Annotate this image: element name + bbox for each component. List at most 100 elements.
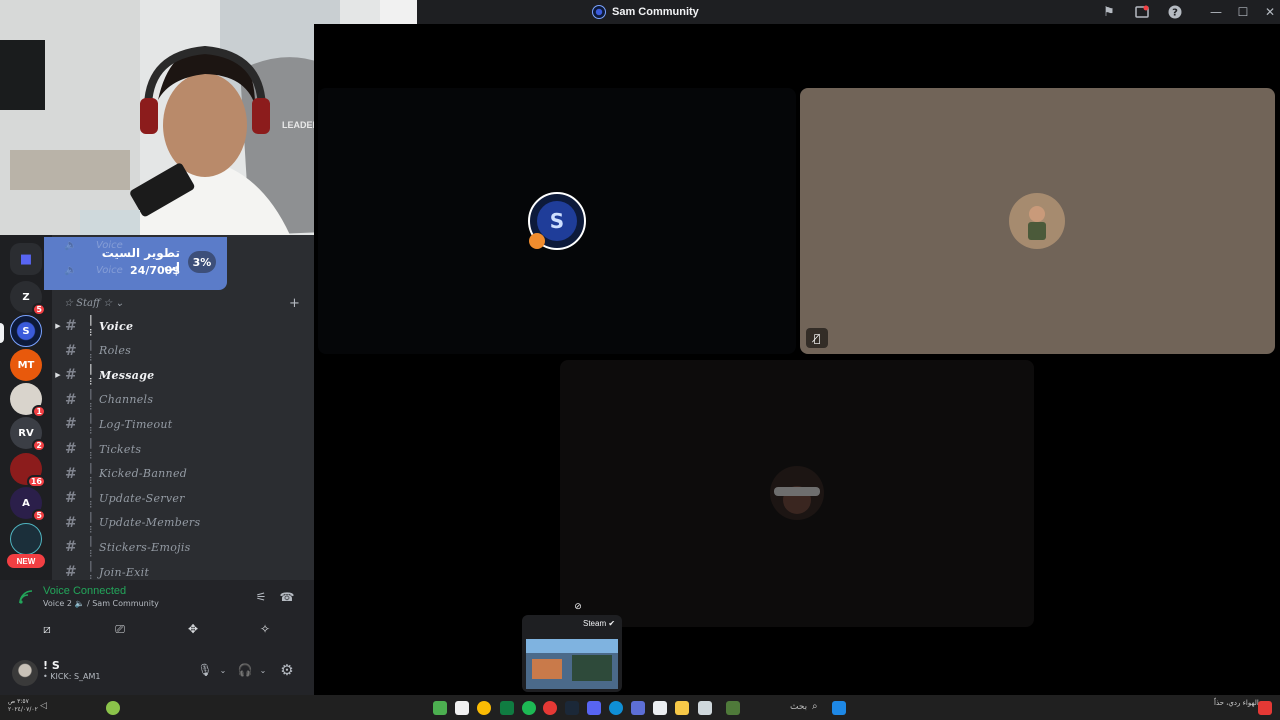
rv-server-icon[interactable]: RV 2 [10,417,46,452]
notification-icon[interactable]: ◁ [40,701,54,715]
channel-name: Message [99,368,155,382]
excel-icon[interactable] [500,701,514,715]
channel-item[interactable]: # | ⁝ Stickers-Emojis [52,534,314,560]
channel-item[interactable]: # | ⁝ Roles [52,338,314,364]
help-icon[interactable]: ? [1166,3,1184,21]
unread-indicator-icon: ▶ [55,371,61,380]
server-avatar-icon: S [528,192,586,250]
tray-app-icon[interactable] [106,701,120,715]
new-badge[interactable]: NEW [7,554,45,568]
steam-icon[interactable] [565,701,579,715]
window-title: Sam Community [592,4,699,20]
app-icon[interactable] [543,701,557,715]
text-channel-icon: # [65,514,77,531]
window-title-text: Sam Community [612,6,699,18]
category-staff[interactable]: ☆ Staff ☆ ⌄ [64,298,124,309]
video-tile-user-2[interactable] [800,88,1275,354]
video-tile-user-3[interactable] [560,360,1034,627]
folder-icon[interactable]: ■ [10,243,42,275]
text-channel-icon: # [65,465,77,482]
app-icon[interactable] [631,701,645,715]
close-icon[interactable]: ✕ [1260,3,1280,21]
noise-suppression-icon[interactable]: ⚟ [250,587,272,607]
teal-server-icon[interactable] [10,523,42,555]
username[interactable]: ! S [43,659,60,672]
avatar[interactable] [12,660,38,686]
voice-connected-status[interactable]: Voice Connected [43,585,126,597]
active-server-pill [0,323,4,343]
screen-share-button[interactable]: ⎚ [90,619,150,639]
mt-server-icon[interactable]: MT [10,349,42,381]
soundboard-icon: ✧ [259,622,271,636]
edge-icon[interactable] [609,701,623,715]
channel-name: Channels [99,393,154,407]
add-channel-button[interactable]: + [289,296,300,311]
channel-name: Join-Exit [99,565,150,579]
purple-server-icon[interactable]: A5 [10,487,46,522]
channel-separator: | ⁝ [89,362,93,389]
text-channel-icon: # [65,564,77,580]
user-avatar-icon [770,466,824,520]
channel-item[interactable]: # | ⁝ Channels [52,386,314,413]
video-tile-server[interactable]: S [318,88,796,354]
inbox-icon[interactable] [1133,3,1151,21]
user-avatar-icon [1009,193,1065,249]
channel-item[interactable]: # | ⁝ Kicked-Banned [52,460,314,487]
mention-badge: 1 [32,405,46,418]
disconnect-icon[interactable]: ☎ [276,587,298,607]
panda-server-icon[interactable]: 1 [10,383,46,418]
text-channel-icon: # [65,342,77,359]
channel-item[interactable]: # | ⁝ Log-Timeout [52,411,314,438]
discord-icon[interactable] [587,701,601,715]
clock-date: ٢٠٢٤/٠٧/٠٢ [8,706,38,713]
server-logo-icon [592,5,606,19]
soundboard-button[interactable]: ✧ [235,619,295,639]
voice-channel-info[interactable]: Voice 2 🔈 / Sam Community [43,599,159,608]
taskbar-search[interactable]: بحث [790,702,807,712]
flag-icon[interactable]: ⚑ [1100,3,1118,21]
file-explorer-icon[interactable] [675,701,689,715]
settings-gear-icon[interactable]: ⚙ [276,660,298,680]
news-widget[interactable]: الهواء ردي، حذاً [1214,699,1259,707]
channel-name: Roles [99,344,132,358]
widget-icon[interactable] [1258,701,1272,715]
text-channel-icon: # [65,318,77,334]
calendar-icon[interactable] [653,701,667,715]
channel-name: Kicked-Banned [99,467,188,481]
mic-options-chevron-icon[interactable]: ⌄ [212,660,234,680]
channel-separator: | ⁝ [89,411,93,438]
red-server-icon[interactable]: 16 [10,453,46,488]
chrome-icon[interactable] [477,701,491,715]
notepad-icon[interactable] [698,701,712,715]
windows-start-icon[interactable] [832,701,846,715]
spotify-icon[interactable] [522,701,536,715]
text-channel-icon: # [65,539,77,556]
channel-name: Tickets [99,442,142,456]
channel-item[interactable]: ▶ # | ⁝ Message [52,362,314,389]
channel-item[interactable]: # | ⁝ Join-Exit [52,559,314,585]
mention-badge: 16 [26,475,46,488]
channel-item[interactable]: ▶ # | ⁝ Voice [52,313,314,339]
channel-separator: | ⁝ [89,386,93,413]
minimize-icon[interactable]: — [1206,3,1226,21]
user-status: • KICK: S_AM1 [43,672,101,681]
hide-preview-icon[interactable]: ⊘ [571,602,585,616]
audio-options-chevron-icon[interactable]: ⌄ [252,660,274,680]
signal-icon[interactable] [18,589,34,605]
sam-community-icon[interactable]: S [10,315,42,347]
app-icon[interactable] [455,701,469,715]
taskbar-clock[interactable]: ٣:٥٧ ص ٢٠٢٤/٠٧/٠٢ [8,698,38,714]
channel-separator: | ⁝ [89,509,93,536]
channel-item[interactable]: # | ⁝ Update-Server [52,485,314,511]
channel-item[interactable]: # | ⁝ Tickets [52,436,314,462]
activities-button[interactable]: ✥ [163,619,223,639]
app-icon[interactable] [433,701,447,715]
channel-separator: | ⁝ [89,460,93,487]
app-icon[interactable] [726,701,740,715]
server-z-icon[interactable]: Z5 [10,281,46,316]
channel-item[interactable]: # | ⁝ Update-Members [52,509,314,536]
camera-off-button[interactable]: ⧄ [17,619,77,639]
channel-separator: | ⁝ [89,313,93,339]
search-icon[interactable]: ⌕ [812,701,826,715]
maximize-icon[interactable]: ☐ [1233,3,1253,21]
